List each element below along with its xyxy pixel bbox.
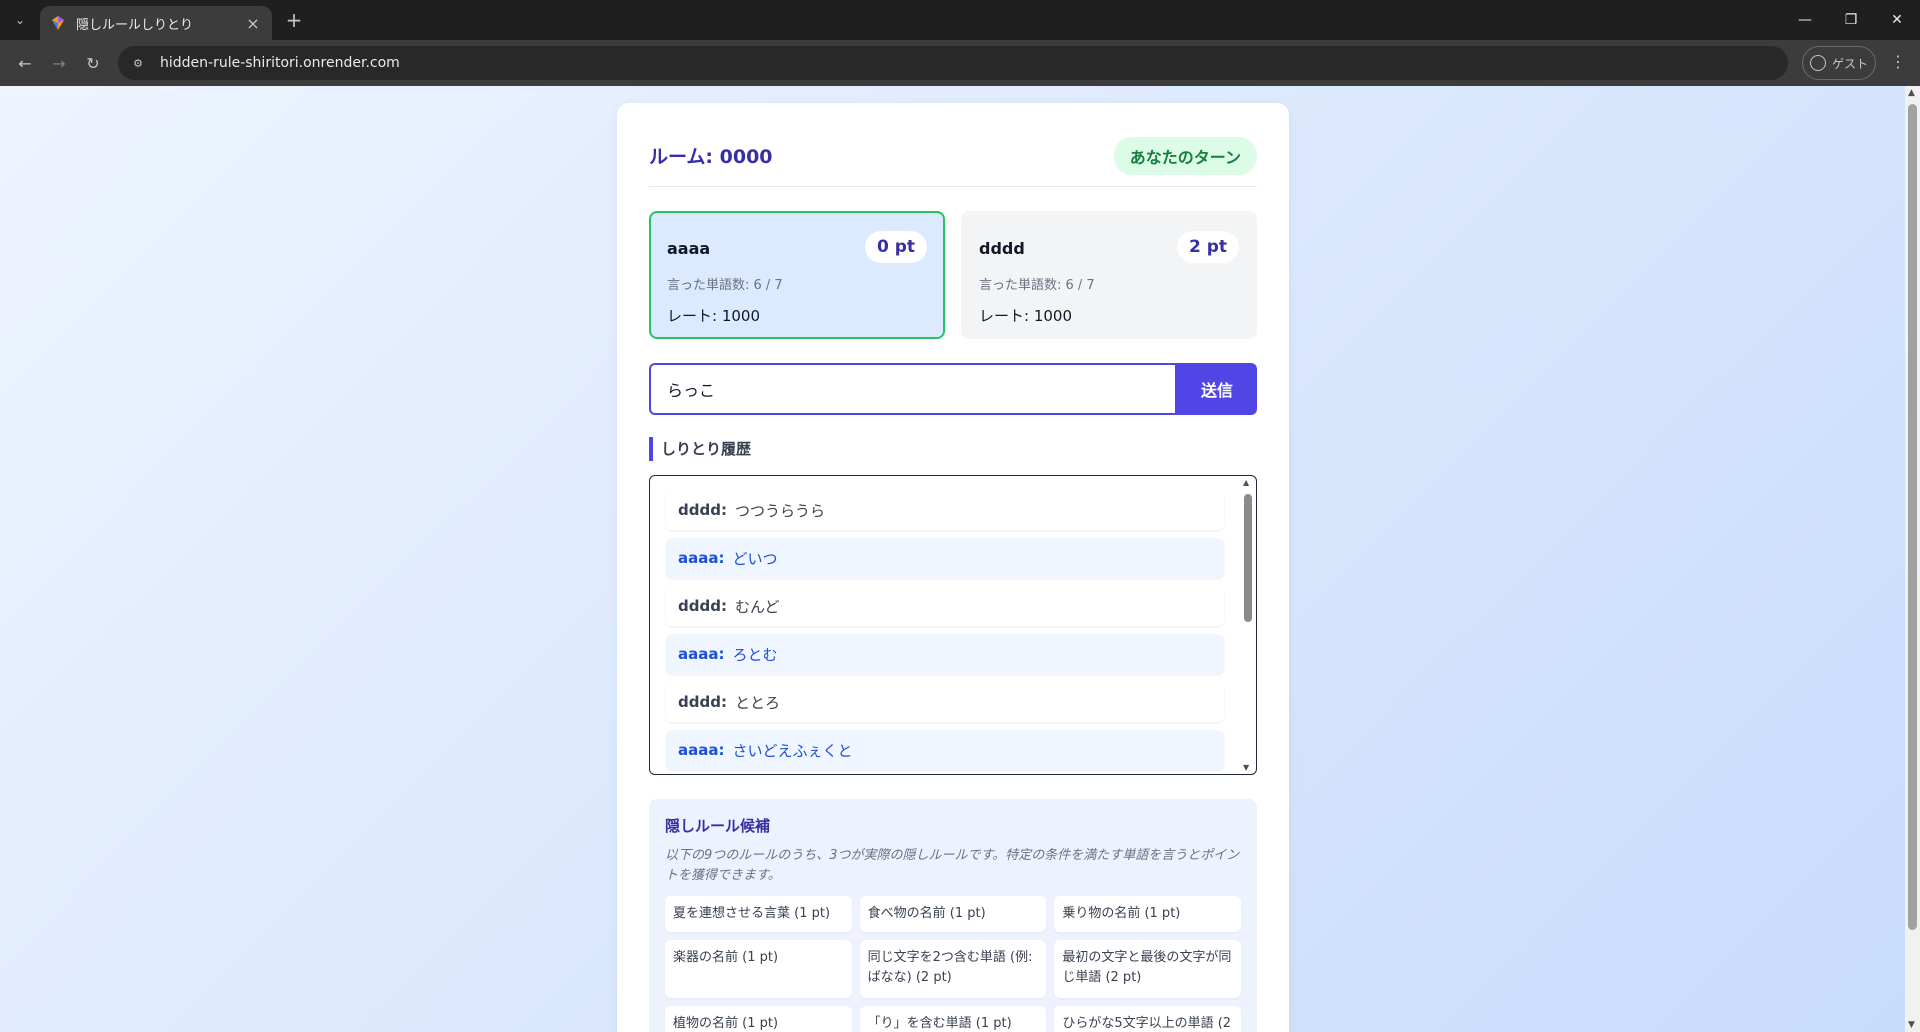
history-player: dddd: — [678, 597, 727, 615]
history-title: しりとり履歴 — [649, 437, 1257, 461]
player-points-badge: 0 pt — [864, 231, 927, 263]
url-text: hidden-rule-shiritori.onrender.com — [160, 55, 400, 71]
rule-item: 「り」を含む単語 (1 pt) — [859, 1006, 1047, 1032]
guest-profile-button[interactable]: ゲスト — [1802, 46, 1876, 80]
browser-tab[interactable]: 隠しルールしりとり × — [40, 6, 272, 40]
browser-tab-bar: ⌄ 隠しルールしりとり × + — ❐ ✕ — [0, 0, 1920, 40]
scroll-thumb[interactable] — [1244, 494, 1252, 622]
rules-description: 以下の9つのルールのうち、3つが実際の隠しルールです。特定の条件を満たす単語を言… — [665, 848, 1240, 883]
player-points-badge: 2 pt — [1176, 231, 1239, 263]
history-item: aaaa: どいつ — [666, 538, 1224, 578]
room-title: ルーム: 0000 — [649, 146, 773, 168]
restore-icon[interactable]: ❐ — [1828, 0, 1874, 40]
history-player: dddd: — [678, 693, 727, 711]
rule-item: 乗り物の名前 (1 pt) — [1054, 896, 1241, 932]
scroll-down-icon[interactable]: ▼ — [1243, 763, 1249, 772]
history-word: ろとむ — [732, 645, 778, 664]
back-icon[interactable]: ← — [8, 46, 42, 80]
history-word: ととろ — [734, 693, 780, 712]
rule-item: 食べ物の名前 (1 pt) — [859, 896, 1047, 932]
player-rate: レート: 1000 — [667, 307, 760, 325]
history-word: さいどえふぇくと — [732, 741, 853, 760]
player-word-count: 言った単語数: 6 / 7 — [979, 278, 1095, 293]
history-item: dddd: ととろ — [666, 682, 1224, 722]
tab-search-icon[interactable]: ⌄ — [6, 6, 34, 34]
rule-item: 楽器の名前 (1 pt) — [665, 940, 852, 998]
rule-item: 同じ文字を2つ含む単語 (例: ばなな) (2 pt) — [859, 940, 1047, 998]
history-list[interactable]: dddd: つつうらうら aaaa: どいつ dddd: むんど aaaa: ろ… — [649, 475, 1257, 775]
profile-icon — [1809, 55, 1826, 71]
rules-title: 隠しルール候補 — [665, 817, 771, 835]
scroll-thumb[interactable] — [1908, 104, 1917, 930]
history-player: aaaa: — [678, 741, 725, 759]
history-player: dddd: — [678, 501, 727, 519]
players-panel: aaaa 言った単語数: 6 / 7 レート: 1000 0 pt dddd 言… — [649, 211, 1257, 339]
player-card-opponent: dddd 言った単語数: 6 / 7 レート: 1000 2 pt — [961, 211, 1257, 339]
history-item: dddd: つつうらうら — [666, 490, 1224, 530]
reload-icon[interactable]: ↻ — [76, 46, 110, 80]
game-card: ルーム: 0000 あなたのターン aaaa 言った単語数: 6 / 7 レート… — [617, 103, 1289, 1032]
word-input[interactable] — [649, 363, 1177, 415]
close-window-icon[interactable]: ✕ — [1874, 0, 1920, 40]
tab-title: 隠しルールしりとり — [76, 17, 194, 33]
scroll-up-icon[interactable]: ▲ — [1243, 478, 1249, 487]
hidden-rules-panel: 隠しルール候補 以下の9つのルールのうち、3つが実際の隠しルールです。特定の条件… — [649, 799, 1257, 1032]
rule-item: 夏を連想させる言葉 (1 pt) — [665, 896, 852, 932]
player-rate: レート: 1000 — [979, 307, 1072, 325]
rule-item: 最初の文字と最後の文字が同じ単語 (2 pt) — [1054, 940, 1241, 998]
site-info-icon[interactable]: ⚙ — [128, 53, 148, 73]
turn-status-badge: あなたのターン — [1113, 136, 1257, 175]
history-word: むんど — [734, 597, 780, 616]
address-bar[interactable]: ⚙ hidden-rule-shiritori.onrender.com — [118, 46, 1788, 80]
new-tab-icon[interactable]: + — [282, 8, 306, 32]
history-player: aaaa: — [678, 645, 725, 663]
page-viewport: ルーム: 0000 あなたのターン aaaa 言った単語数: 6 / 7 レート… — [0, 86, 1920, 1032]
tab-close-icon[interactable]: × — [244, 14, 262, 33]
history-player: aaaa: — [678, 549, 725, 567]
player-word-count: 言った単語数: 6 / 7 — [667, 278, 783, 293]
favicon-icon — [52, 16, 64, 30]
history-item: aaaa: さいどえふぇくと — [666, 730, 1224, 770]
forward-icon[interactable]: → — [42, 46, 76, 80]
scroll-up-icon[interactable]: ▲ — [1908, 88, 1915, 98]
browser-toolbar: ← → ↻ ⚙ hidden-rule-shiritori.onrender.c… — [0, 40, 1920, 86]
scroll-down-icon[interactable]: ▼ — [1908, 1020, 1915, 1030]
card-header: ルーム: 0000 あなたのターン — [649, 135, 1257, 187]
guest-label: ゲスト — [1831, 56, 1868, 71]
word-input-row: 送信 — [649, 363, 1257, 415]
rules-grid: 夏を連想させる言葉 (1 pt) 食べ物の名前 (1 pt) 乗り物の名前 (1… — [665, 896, 1241, 1032]
window-controls: — ❐ ✕ — [1782, 0, 1920, 40]
page-scrollbar[interactable]: ▲ ▼ — [1905, 86, 1920, 1032]
history-word: どいつ — [732, 549, 778, 568]
menu-icon[interactable]: ⋮ — [1890, 52, 1906, 71]
rule-item: ひらがな5文字以上の単語 (2 pt) — [1054, 1006, 1241, 1032]
send-button[interactable]: 送信 — [1177, 363, 1257, 415]
history-item: aaaa: ろとむ — [666, 634, 1224, 674]
rule-item: 植物の名前 (1 pt) — [665, 1006, 852, 1032]
history-scrollbar[interactable]: ▲ ▼ — [1242, 478, 1254, 772]
history-word: つつうらうら — [734, 501, 825, 520]
minimize-icon[interactable]: — — [1782, 0, 1828, 40]
player-card-self: aaaa 言った単語数: 6 / 7 レート: 1000 0 pt — [649, 211, 945, 339]
history-item: dddd: むんど — [666, 586, 1224, 626]
